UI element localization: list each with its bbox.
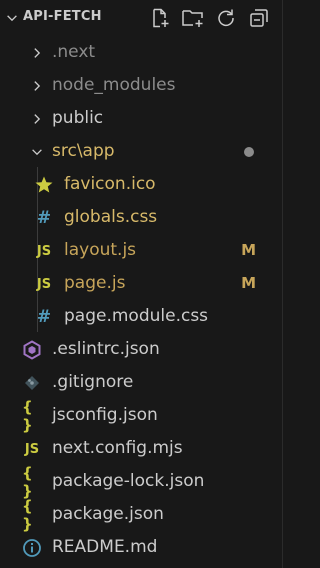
- tree-item-globals-css[interactable]: # globals.css: [0, 201, 282, 234]
- tree-item-package-json[interactable]: { } package.json: [0, 497, 282, 533]
- tree-item-next[interactable]: .next: [0, 36, 282, 69]
- tree-item-label: layout.js: [64, 240, 137, 260]
- tree-item-eslintrc[interactable]: .eslintrc.json: [0, 333, 282, 366]
- git-modified-badge: M: [241, 274, 256, 292]
- tree-item-label: favicon.ico: [64, 174, 156, 194]
- braces-icon: { }: [22, 464, 33, 500]
- tree-item-gitignore[interactable]: .gitignore: [0, 366, 282, 399]
- refresh-button[interactable]: [212, 6, 239, 30]
- new-file-icon: [152, 8, 168, 28]
- eslint-icon: [23, 340, 41, 360]
- tree-item-src-app[interactable]: src\app: [0, 135, 282, 168]
- tree-item-jsconfig[interactable]: { } jsconfig.json: [0, 398, 282, 434]
- tree-item-node-modules[interactable]: node_modules: [0, 69, 282, 102]
- js-icon: JS: [36, 243, 52, 259]
- braces-icon: { }: [22, 398, 33, 434]
- git-icon: [25, 376, 39, 390]
- tree-item-label: README.md: [52, 537, 158, 557]
- tree-item-label: node_modules: [52, 75, 176, 95]
- js-icon: JS: [24, 441, 40, 457]
- tree-item-label: jsconfig.json: [52, 405, 158, 425]
- new-folder-button[interactable]: [179, 6, 206, 30]
- tree-item-label: .gitignore: [52, 372, 134, 392]
- tree-item-page-js[interactable]: JS page.js M: [0, 267, 282, 300]
- tree-item-label: package.json: [52, 504, 164, 524]
- explorer-panel: API-FETCH .next node_modules public src\…: [0, 0, 283, 568]
- new-folder-icon: [181, 10, 203, 27]
- git-modified-badge: M: [241, 241, 256, 259]
- tree-item-favicon[interactable]: favicon.ico: [0, 168, 282, 201]
- collapse-all-icon: [249, 9, 268, 27]
- tree-item-label: public: [52, 108, 104, 128]
- chevron-right-icon: [34, 114, 41, 124]
- tree-item-label: globals.css: [64, 207, 158, 227]
- tree-item-label: .next: [52, 42, 96, 62]
- modified-dot: [244, 147, 254, 157]
- tree-item-readme[interactable]: README.md: [0, 531, 282, 564]
- chevron-right-icon: [34, 81, 41, 91]
- explorer-actions: [146, 6, 272, 30]
- js-icon: JS: [36, 276, 52, 292]
- tree-item-label: page.js: [64, 273, 126, 293]
- tree-item-page-module-css[interactable]: # page.module.css: [0, 300, 282, 333]
- star-icon: [35, 176, 53, 193]
- hash-icon: #: [36, 307, 52, 327]
- collapse-all-button[interactable]: [245, 6, 272, 30]
- refresh-icon: [217, 9, 234, 27]
- tree-item-label: next.config.mjs: [52, 438, 183, 458]
- scrollbar[interactable]: [276, 36, 282, 568]
- tree-item-label: .eslintrc.json: [52, 339, 160, 359]
- tree-item-package-lock[interactable]: { } package-lock.json: [0, 464, 282, 500]
- tree-item-layout-js[interactable]: JS layout.js M: [0, 234, 282, 267]
- explorer-header[interactable]: API-FETCH: [0, 0, 282, 36]
- tree-item-public[interactable]: public: [0, 102, 282, 135]
- chevron-down-icon[interactable]: [5, 11, 19, 25]
- chevron-right-icon: [34, 48, 41, 58]
- braces-icon: { }: [22, 497, 33, 533]
- hash-icon: #: [36, 208, 52, 228]
- tree-item-label: src\app: [52, 141, 115, 161]
- chevron-down-icon: [32, 149, 42, 156]
- info-icon: [23, 539, 41, 557]
- new-file-button[interactable]: [146, 6, 173, 30]
- tree-item-label: page.module.css: [64, 306, 209, 326]
- tree-item-label: package-lock.json: [52, 471, 205, 491]
- workspace-title: API-FETCH: [23, 9, 102, 24]
- tree-item-next-config[interactable]: JS next.config.mjs: [0, 432, 282, 465]
